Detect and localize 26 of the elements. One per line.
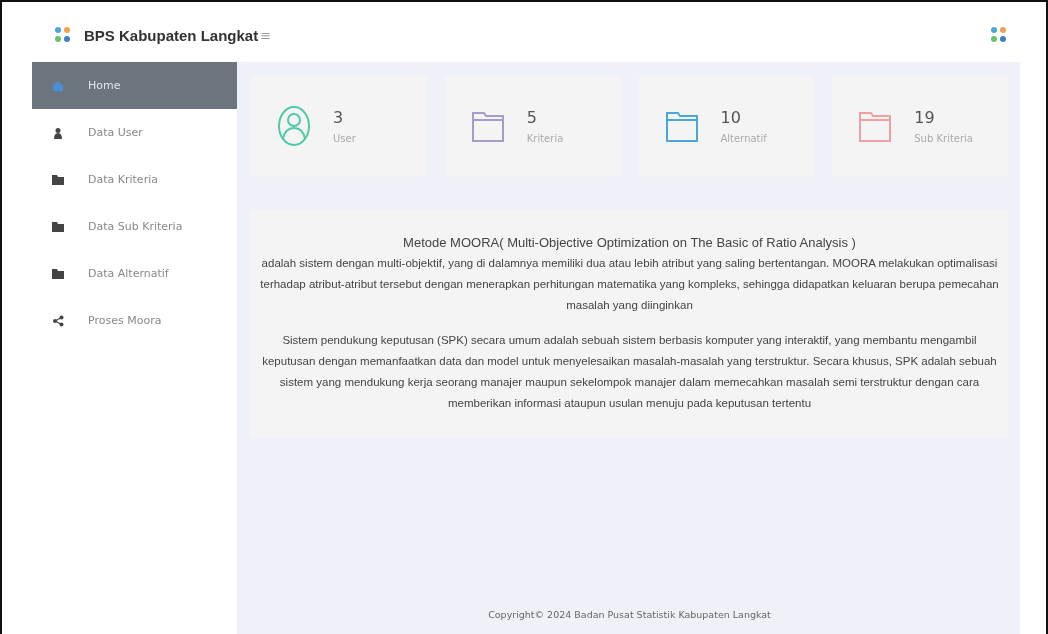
stat-value: 5	[526, 108, 538, 127]
stat-value: 19	[914, 108, 936, 127]
menu-toggle[interactable]: ≡	[260, 27, 272, 43]
sidebar-item[interactable]: Data User	[32, 109, 237, 156]
stat-label: User	[333, 133, 356, 144]
home-icon	[52, 79, 64, 92]
stat-label: Alternatif	[720, 133, 767, 144]
folder-icon	[52, 268, 64, 279]
info-paragraph: Sistem pendukung keputusan (SPK) secara umum adalah sebuah sistem berbasis komputer yang interaktif, yang membantu mengambil keputusan dengan memanfaatkan data dan model untuk menyelesaikan masalah-masalah yang terstruktur. Secara khusus, SPK adalah sebuah sistem yang mendukung kerja seorang manajer maupun sekelompok manajer dalam memecahkan masalah semi terstruktur dengan cara memberikan informasi ataupun usulan menuju pada keputusan tertentu	[261, 333, 998, 411]
stat-value: 3	[333, 108, 345, 127]
sidebar-item[interactable]: Data Kriteria	[32, 156, 237, 203]
share-icon	[52, 314, 64, 327]
brand-title: BPS Kabupaten Langkat	[84, 26, 259, 44]
sidebar-item[interactable]: Data Sub Kriteria	[32, 203, 237, 250]
folder-icon	[52, 174, 64, 185]
stat-value: 10	[720, 108, 742, 127]
stat-label: Sub Kriteria	[914, 133, 973, 144]
sidebar-item[interactable]: Home	[32, 62, 237, 109]
folder-icon	[52, 221, 64, 232]
sidebar-item[interactable]: Proses Moora	[32, 297, 237, 344]
info-title: Metode MOORA( Multi-Objective Optimization on The Basic of Ratio Analysis )	[402, 234, 857, 252]
copyright-text: Copyright© 2024 Badan Pusat Statistik Kabupaten Langkat	[487, 609, 772, 622]
user-icon	[52, 126, 64, 139]
info-paragraph: adalah sistem dengan multi-objektif, yang di dalamnya memiliki dua atau lebih atribut yang saling bertentangan. MOORA melakukan optimalisasi terhadap atribut-atribut tersebut dengan menerapkan perhitungan matematika yang kompleks, sehingga didapatkan keluaran berupa pemecahan masalah yang diinginkan	[259, 256, 1000, 313]
stat-label: Kriteria	[526, 133, 564, 144]
sidebar-item[interactable]: Data Alternatif	[32, 250, 237, 297]
